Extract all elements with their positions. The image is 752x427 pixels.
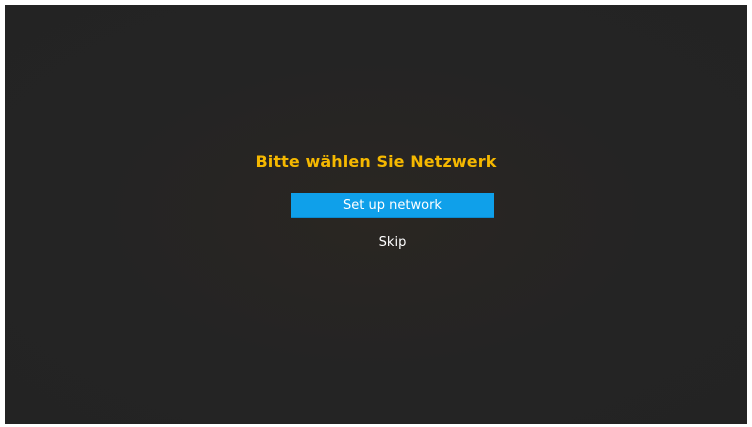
dialog-title: Bitte wählen Sie Netzwerk [255,152,497,171]
skip-button[interactable]: Skip [291,230,494,255]
set-up-network-button[interactable]: Set up network [291,193,494,218]
tv-screen: Bitte wählen Sie Netzwerk Set up network… [5,5,747,424]
network-options-menu: Set up network Skip [291,193,494,255]
